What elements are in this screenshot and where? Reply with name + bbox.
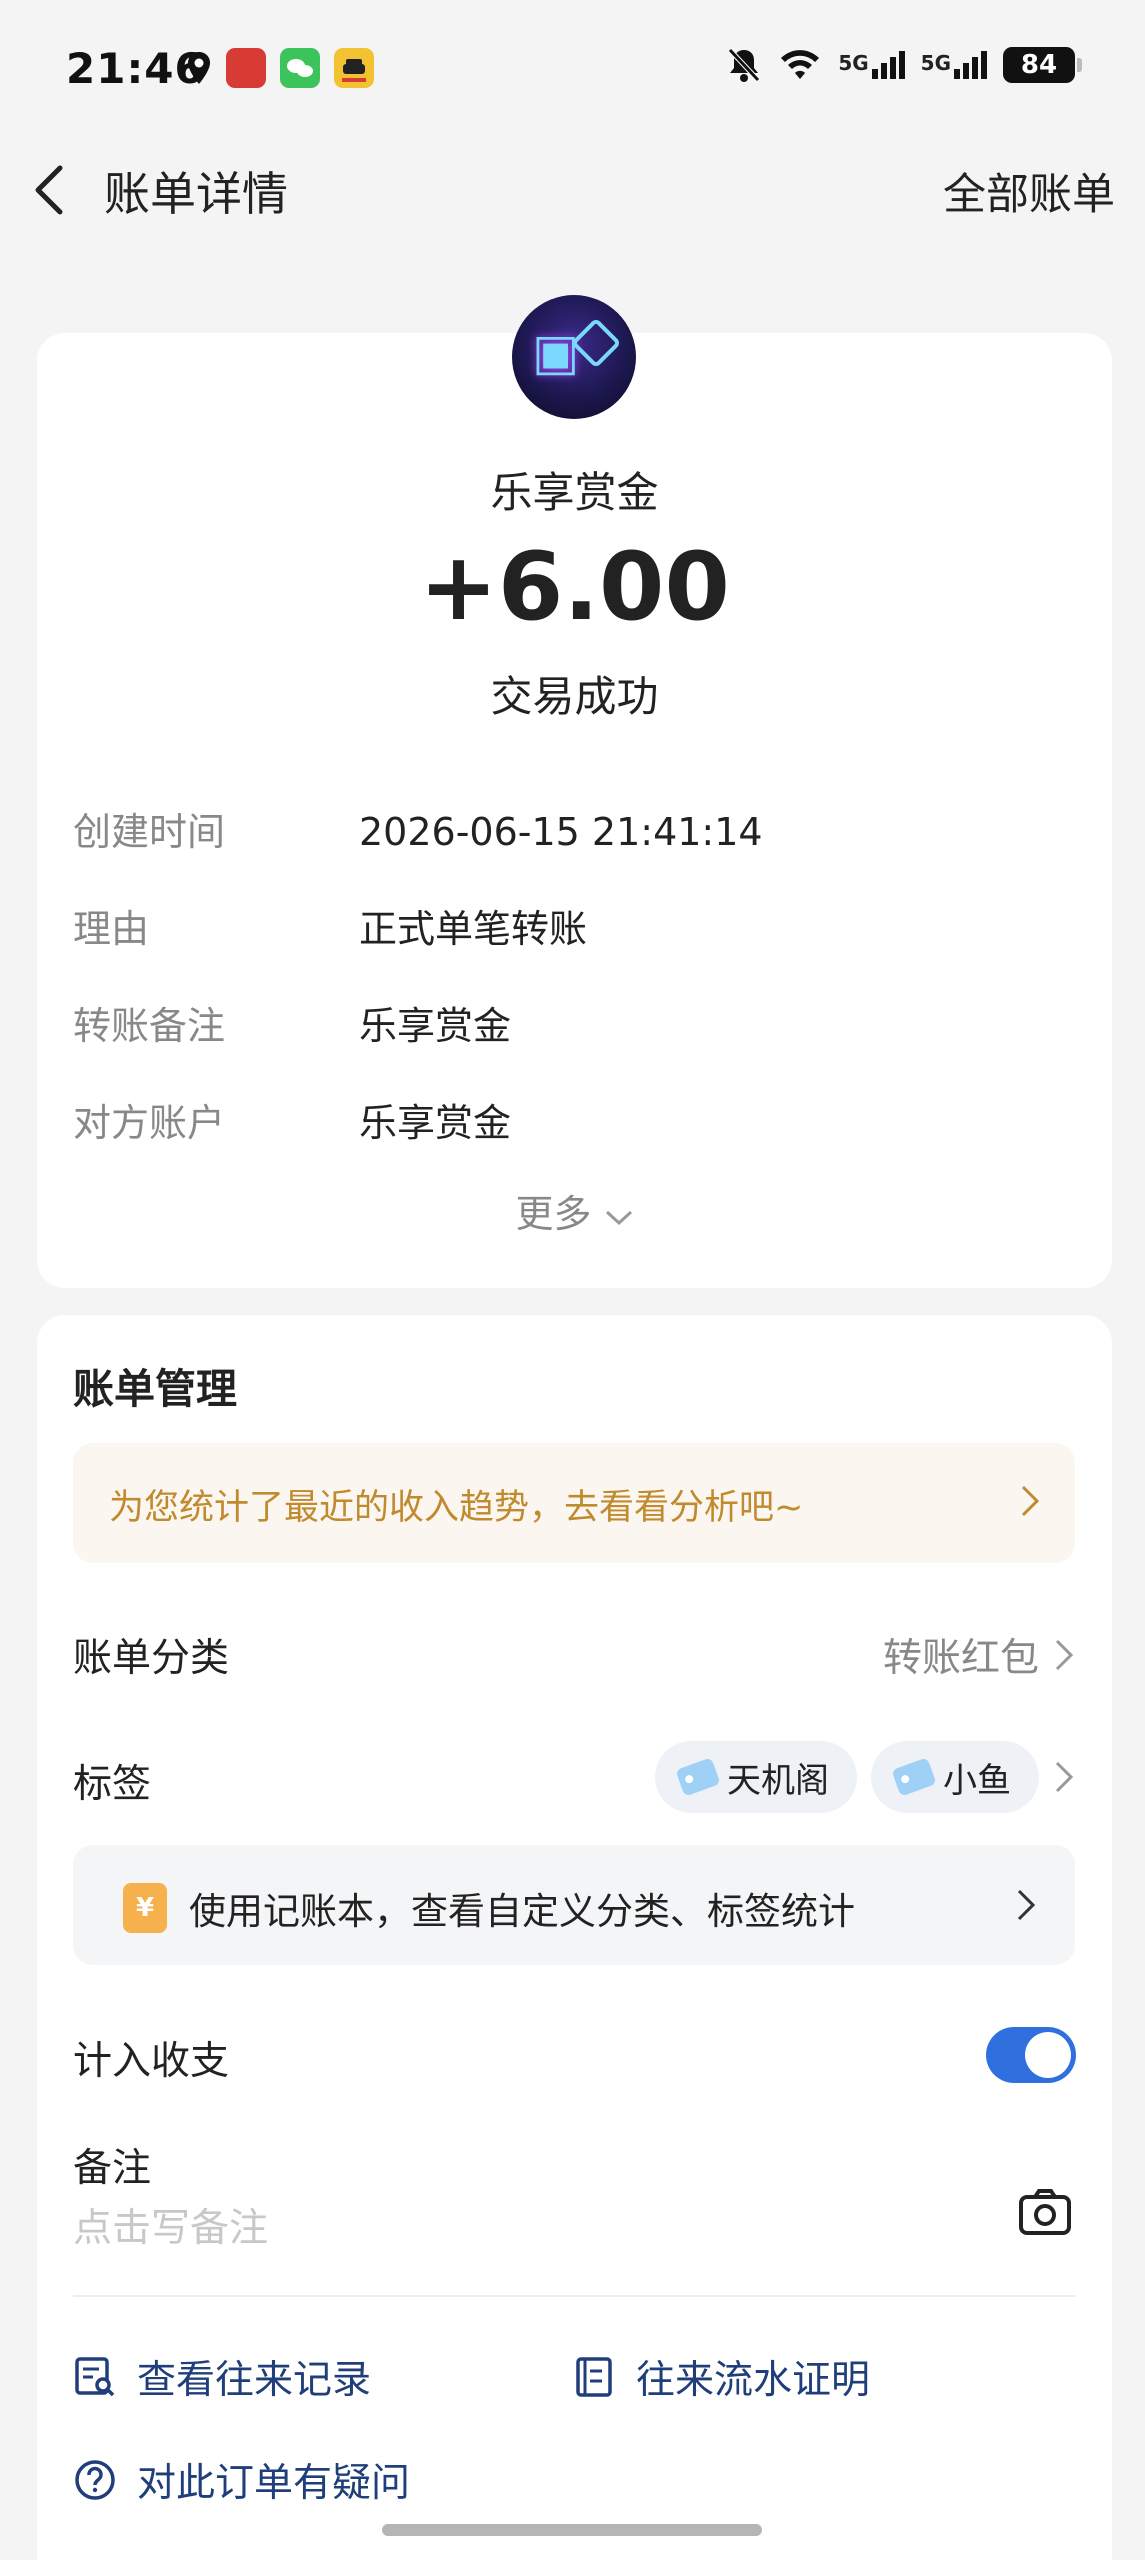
- question-circle-icon: [75, 2460, 115, 2500]
- count-label: 计入收支: [73, 2039, 230, 2084]
- view-history-label: 查看往来记录: [137, 2358, 372, 2403]
- status-right-icons: 5G 5G 84: [726, 46, 1082, 84]
- transaction-summary-card: ▣ 乐享赏金 +6.00 交易成功 创建时间 2026-06-15 21:41:1…: [37, 295, 1112, 1288]
- payee-name[interactable]: 乐享赏金: [37, 459, 1112, 520]
- chevron-right-icon: [1055, 1639, 1074, 1671]
- tip-text: 为您统计了最近的收入趋势，去看看分析吧~: [109, 1488, 804, 1528]
- tag-label: 小鱼: [943, 1760, 1011, 1801]
- divider: [73, 2295, 1075, 2297]
- wechat-icon: [280, 48, 320, 88]
- detail-row-reason: 理由 正式单笔转账: [73, 898, 587, 953]
- chevron-left-icon: [35, 165, 63, 215]
- income-trend-tip[interactable]: 为您统计了最近的收入趋势，去看看分析吧~: [73, 1443, 1075, 1563]
- detail-value: 乐享赏金: [359, 1101, 512, 1145]
- chevron-right-icon: [1021, 1485, 1040, 1517]
- avatar-glyph-icon: ▣: [532, 323, 580, 381]
- more-label: 更多: [515, 1192, 592, 1236]
- transaction-proof-link[interactable]: 往来流水证明: [572, 2349, 870, 2405]
- count-income-expense-row: 计入收支: [73, 2030, 1075, 2086]
- note-label-row: 备注: [73, 2137, 1075, 2193]
- tags-label: 标签: [73, 1762, 152, 1807]
- detail-value: 正式单笔转账: [359, 907, 588, 951]
- transaction-proof-label: 往来流水证明: [636, 2358, 871, 2403]
- detail-label: 转账备注: [73, 1004, 226, 1048]
- toggle-knob: [1025, 2032, 1071, 2078]
- signal-5g-1: 5G: [838, 51, 905, 79]
- order-question-label: 对此订单有疑问: [137, 2461, 411, 2506]
- order-question-link[interactable]: 对此订单有疑问: [73, 2452, 410, 2508]
- transaction-status: 交易成功: [490, 672, 659, 721]
- page-title: 账单详情: [104, 167, 288, 221]
- camera-icon[interactable]: [1018, 2187, 1072, 2237]
- status-left-icons: [186, 48, 374, 88]
- all-bills-link[interactable]: 全部账单: [943, 160, 1115, 222]
- wifi-icon: [781, 50, 820, 79]
- status-bar: 21:46 5G 5G 84: [0, 0, 1145, 140]
- tag-label: 天机阁: [727, 1760, 829, 1801]
- mute-bell-icon: [728, 48, 761, 82]
- status-time: 21:46: [66, 44, 205, 93]
- chevron-down-icon: [605, 1210, 632, 1226]
- detail-label: 对方账户: [73, 1101, 226, 1145]
- tags-row[interactable]: 标签 天机阁 小鱼: [73, 1741, 1075, 1821]
- chevron-right-icon: [1055, 1761, 1074, 1793]
- chevron-right-icon: [1017, 1889, 1036, 1921]
- detail-label: 理由: [73, 907, 150, 951]
- signal-5g-2: 5G: [921, 51, 987, 79]
- note-input[interactable]: 点击写备注: [73, 2197, 268, 2253]
- detail-value: 2026-06-15 21:41:14: [359, 810, 763, 854]
- transaction-amount: +6.00: [419, 533, 730, 642]
- location-icon: [188, 52, 210, 84]
- ledger-book-icon: ¥: [123, 1883, 167, 1933]
- app-notification-icon: [226, 48, 266, 88]
- ledger-book-prompt[interactable]: ¥ 使用记账本，查看自定义分类、标签统计: [73, 1845, 1075, 1965]
- bill-category-row[interactable]: 账单分类 转账红包: [73, 1627, 1075, 1683]
- bill-management-card: 账单管理 为您统计了最近的收入趋势，去看看分析吧~ 账单分类 转账红包 标签 天…: [37, 1315, 1112, 2560]
- detail-row-counterparty: 对方账户 乐享赏金: [73, 1092, 511, 1147]
- note-label: 备注: [73, 2146, 152, 2191]
- count-income-expense-toggle[interactable]: [986, 2027, 1076, 2083]
- category-label: 账单分类: [73, 1636, 230, 1681]
- section-title: 账单管理: [73, 1365, 237, 1413]
- category-value: 转账红包: [882, 1636, 1039, 1681]
- back-button[interactable]: [30, 160, 80, 220]
- detail-value: 乐享赏金: [359, 1004, 512, 1048]
- detail-row-transfer-note: 转账备注 乐享赏金: [73, 995, 511, 1050]
- home-indicator[interactable]: [382, 2524, 762, 2536]
- detail-label: 创建时间: [73, 810, 226, 854]
- payee-avatar: ▣: [512, 295, 636, 419]
- battery-indicator: 84: [1003, 47, 1082, 83]
- ledger-prompt-text: 使用记账本，查看自定义分类、标签统计: [189, 1890, 855, 1933]
- detail-row-created-time: 创建时间 2026-06-15 21:41:14: [73, 801, 763, 856]
- document-icon: [576, 2357, 612, 2397]
- taxi-app-icon: [334, 48, 374, 88]
- tag-chip[interactable]: 小鱼: [871, 1741, 1039, 1813]
- tag-icon: [675, 1757, 721, 1797]
- more-details-toggle[interactable]: 更多: [37, 1183, 1112, 1238]
- view-history-link[interactable]: 查看往来记录: [73, 2349, 371, 2405]
- tag-icon: [891, 1757, 937, 1797]
- record-search-icon: [75, 2357, 115, 2397]
- tag-chip[interactable]: 天机阁: [655, 1741, 857, 1813]
